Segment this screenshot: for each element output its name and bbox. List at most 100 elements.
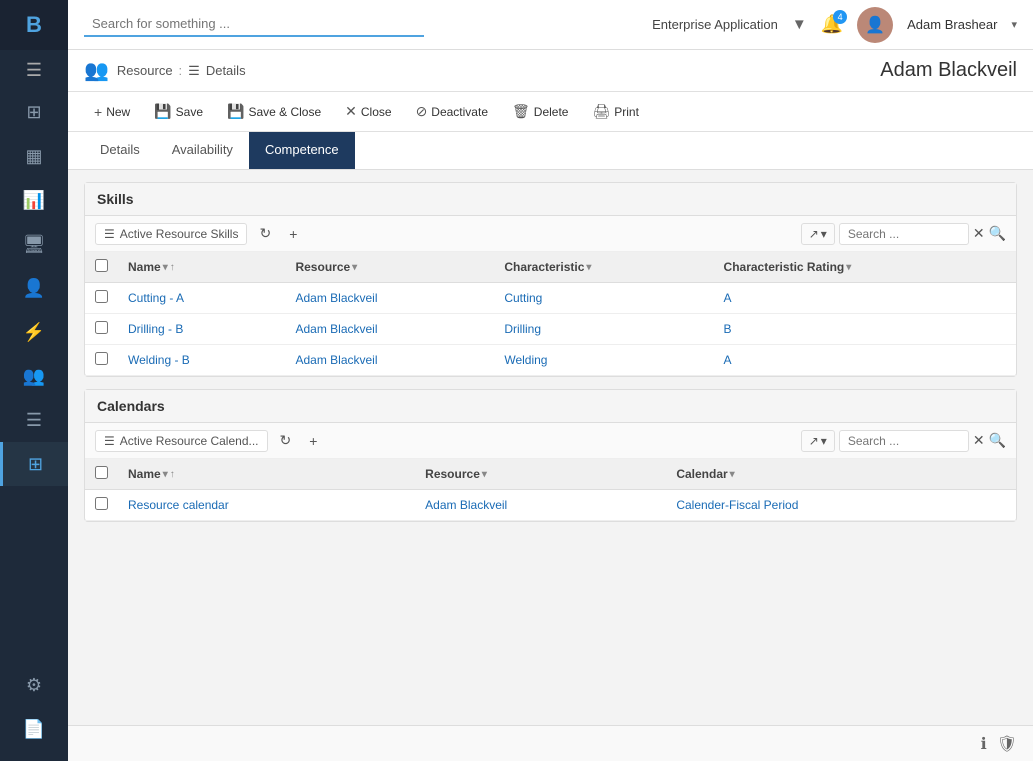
calendars-refresh-button[interactable]: ↻ (274, 429, 298, 452)
row3-name-link[interactable]: Welding - B (128, 353, 190, 367)
sidebar-item-dashboard[interactable]: ⊞ (0, 90, 68, 134)
row3-rating-link[interactable]: A (724, 353, 732, 367)
breadcrumb-sep: : (179, 63, 183, 78)
skills-table-toolbar: ☰ Active Resource Skills ↻ + ↗ ▾ ✕ 🔍 (85, 216, 1016, 252)
shield-icon[interactable]: 🛡 (997, 734, 1017, 754)
skills-select-all-checkbox[interactable] (95, 259, 108, 272)
skills-name-sort[interactable]: Name ▾ ↑ (128, 260, 175, 274)
calendars-table: Name ▾ ↑ Resource ▾ (85, 459, 1016, 521)
row1-characteristic-link[interactable]: Cutting (504, 291, 542, 305)
skills-refresh-button[interactable]: ↻ (253, 222, 277, 245)
skills-search-clear[interactable]: ✕ (973, 225, 985, 242)
table-row: Cutting - A Adam Blackveil Cutting A (85, 283, 1016, 314)
row2-characteristic-cell: Drilling (494, 314, 713, 345)
sidebar-item-monitor[interactable]: 🖥 (0, 222, 68, 266)
skills-name-col-header: Name ▾ ↑ (118, 252, 285, 283)
calendar-icon: ▦ (25, 146, 42, 167)
calendars-view-selector[interactable]: ☰ Active Resource Calend... (95, 430, 268, 452)
skills-search-container: ↗ ▾ ✕ 🔍 (801, 223, 1006, 245)
search-input[interactable] (84, 12, 424, 37)
row3-characteristic-link[interactable]: Welding (504, 353, 547, 367)
avatar: 👤 (857, 7, 893, 43)
notification-button[interactable]: 🔔 4 (821, 14, 843, 35)
save-button[interactable]: 💾 Save (144, 98, 213, 125)
row1-checkbox[interactable] (95, 290, 108, 303)
cal-table-list-icon: ☰ (104, 434, 115, 448)
row2-rating-link[interactable]: B (724, 322, 732, 336)
sidebar-item-calendar[interactable]: ▦ (0, 134, 68, 178)
skills-export-button[interactable]: ↗ ▾ (801, 223, 835, 245)
skills-rating-sort[interactable]: Characteristic Rating ▾ (724, 260, 852, 274)
deactivate-button[interactable]: ⊘ Deactivate (406, 98, 498, 125)
user-caret-icon[interactable]: ▾ (1011, 18, 1017, 31)
print-label: Print (614, 105, 639, 119)
sidebar-item-chart[interactable]: 📊 (0, 178, 68, 222)
row2-checkbox[interactable] (95, 321, 108, 334)
close-button[interactable]: ✕ Close (335, 98, 401, 125)
user-name-label[interactable]: Adam Brashear (907, 17, 997, 32)
row1-rating-link[interactable]: A (724, 291, 732, 305)
row3-checkbox[interactable] (95, 352, 108, 365)
sidebar-item-grid[interactable]: ⊞ (0, 442, 68, 486)
calendars-export-button[interactable]: ↗ ▾ (801, 430, 835, 452)
cal-row1-name-link[interactable]: Resource calendar (128, 498, 229, 512)
skills-add-button[interactable]: + (283, 223, 303, 245)
row3-characteristic-cell: Welding (494, 345, 713, 376)
group-icon: 👥 (23, 366, 45, 387)
calendars-search-submit[interactable]: 🔍 (989, 432, 1006, 449)
row1-name-link[interactable]: Cutting - A (128, 291, 184, 305)
sidebar-item-user[interactable]: 👤 (0, 266, 68, 310)
calendars-search-input[interactable] (839, 430, 969, 452)
cal-row1-resource-link[interactable]: Adam Blackveil (425, 498, 507, 512)
row2-name-link[interactable]: Drilling - B (128, 322, 183, 336)
main-content: Enterprise Application ▼ 🔔 4 👤 Adam Bras… (68, 0, 1033, 761)
row2-characteristic-link[interactable]: Drilling (504, 322, 541, 336)
row2-resource-link[interactable]: Adam Blackveil (295, 322, 377, 336)
skills-search-submit[interactable]: 🔍 (989, 225, 1006, 242)
skills-section-header: Skills (85, 183, 1016, 216)
calendars-add-button[interactable]: + (303, 430, 323, 452)
info-icon[interactable]: ℹ (981, 734, 987, 754)
breadcrumb-details-label[interactable]: Details (206, 63, 246, 78)
save-close-button[interactable]: 💾 Save & Close (217, 98, 331, 125)
tab-competence[interactable]: Competence (249, 132, 355, 169)
breadcrumb: Resource : ☰ Details (117, 63, 246, 79)
list-icon: ☰ (26, 410, 42, 431)
skills-characteristic-sort[interactable]: Characteristic ▾ (504, 260, 591, 274)
bottom-bar: ℹ 🛡 (68, 725, 1033, 761)
skills-search-input[interactable] (839, 223, 969, 245)
cal-name-sort[interactable]: Name ▾ ↑ (128, 467, 175, 481)
cal-resource-sort[interactable]: Resource ▾ (425, 467, 487, 481)
row2-name-cell: Drilling - B (118, 314, 285, 345)
cal-row1-checkbox[interactable] (95, 497, 108, 510)
delete-button[interactable]: 🗑 Delete (502, 98, 578, 125)
cal-select-all-checkbox[interactable] (95, 466, 108, 479)
cal-calendar-sort[interactable]: Calendar ▾ (676, 467, 734, 481)
cal-row1-calendar-cell: Calender-Fiscal Period (666, 490, 1016, 521)
sidebar-item-flow[interactable]: ⚡ (0, 310, 68, 354)
sidebar-item-list[interactable]: ☰ (0, 398, 68, 442)
skills-view-selector[interactable]: ☰ Active Resource Skills (95, 223, 247, 245)
menu-toggle[interactable]: ☰ (0, 50, 68, 90)
app-name-label: Enterprise Application (652, 17, 778, 32)
dashboard-icon: ⊞ (26, 102, 41, 123)
skills-resource-sort[interactable]: Resource ▾ (295, 260, 357, 274)
row1-resource-link[interactable]: Adam Blackveil (295, 291, 377, 305)
tab-details[interactable]: Details (84, 132, 156, 169)
app-logo[interactable]: B (0, 0, 68, 50)
calendars-search-container: ↗ ▾ ✕ 🔍 (801, 430, 1006, 452)
tab-availability[interactable]: Availability (156, 132, 249, 169)
cal-calendar-filter-icon: ▾ (730, 469, 735, 480)
calendars-search-clear[interactable]: ✕ (973, 432, 985, 449)
characteristic-filter-icon: ▾ (586, 262, 591, 273)
filter-icon[interactable]: ▼ (792, 16, 807, 33)
row3-resource-link[interactable]: Adam Blackveil (295, 353, 377, 367)
new-button[interactable]: + New (84, 99, 140, 125)
sidebar-item-group[interactable]: 👥 (0, 354, 68, 398)
cal-resource-col-label: Resource (425, 467, 480, 481)
cal-export-icon: ↗ (809, 434, 819, 448)
sidebar-item-settings[interactable]: ⚙ (0, 663, 68, 707)
sidebar-item-docs[interactable]: 📄 (0, 707, 68, 751)
cal-row1-calendar-link[interactable]: Calender-Fiscal Period (676, 498, 798, 512)
print-button[interactable]: 🖨 Print (582, 98, 648, 125)
